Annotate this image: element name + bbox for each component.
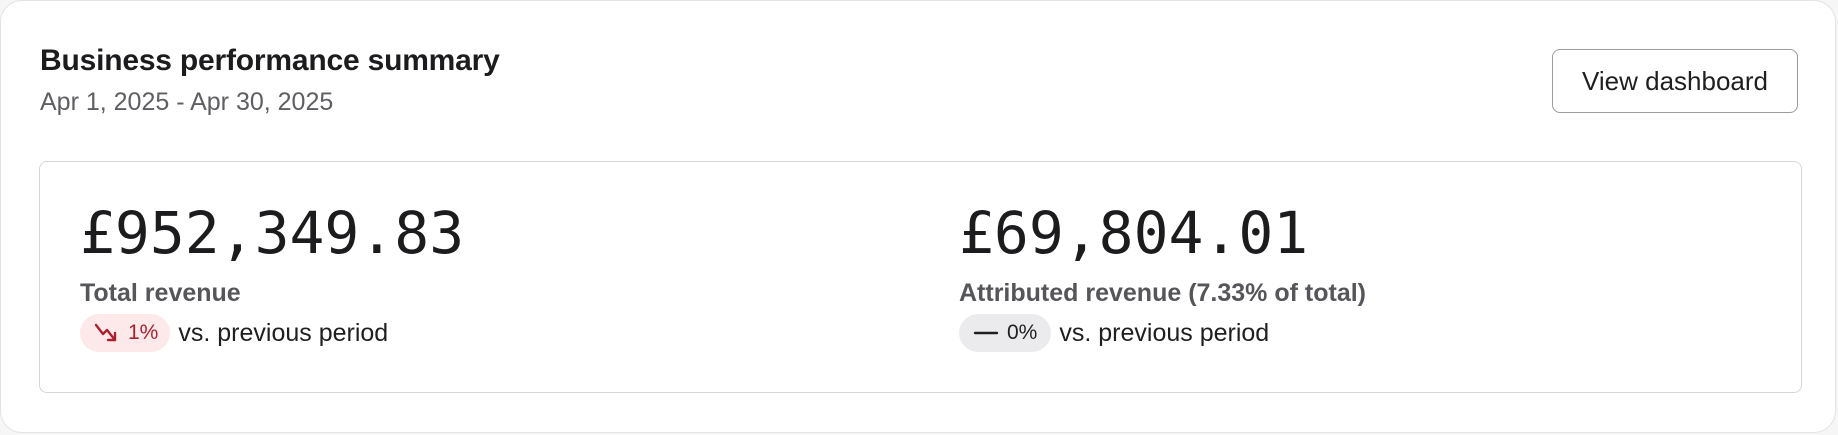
dash-icon [973,322,999,344]
attributed-revenue-value: £69,804.01 [959,199,1309,267]
attributed-revenue-label: Attributed revenue (7.33% of total) [959,279,1366,307]
total-revenue-label: Total revenue [80,279,241,307]
view-dashboard-button[interactable]: View dashboard [1552,49,1798,113]
comparison-text: vs. previous period [178,318,389,347]
total-revenue-value: £952,349.83 [80,199,465,267]
trending-down-icon [94,322,120,344]
change-badge-negative: 1% [80,314,171,352]
attributed-revenue-metric: £69,804.01 Attributed revenue (7.33% of … [959,198,1366,352]
business-performance-card: Business performance summary Apr 1, 2025… [0,0,1836,433]
total-revenue-comparison: 1% vs. previous period [80,314,464,352]
card-title: Business performance summary [40,44,500,77]
change-percent: 1% [128,321,159,344]
card-header: Business performance summary Apr 1, 2025… [40,41,500,119]
total-revenue-metric: £952,349.83 Total revenue 1% vs. previou… [80,198,464,352]
change-percent: 0% [1007,321,1038,344]
metrics-panel: £952,349.83 Total revenue 1% vs. previou… [39,161,1802,393]
change-badge-neutral: 0% [959,314,1052,352]
comparison-text: vs. previous period [1059,318,1270,347]
attributed-revenue-comparison: 0% vs. previous period [959,314,1366,352]
date-range: Apr 1, 2025 - Apr 30, 2025 [40,88,334,116]
